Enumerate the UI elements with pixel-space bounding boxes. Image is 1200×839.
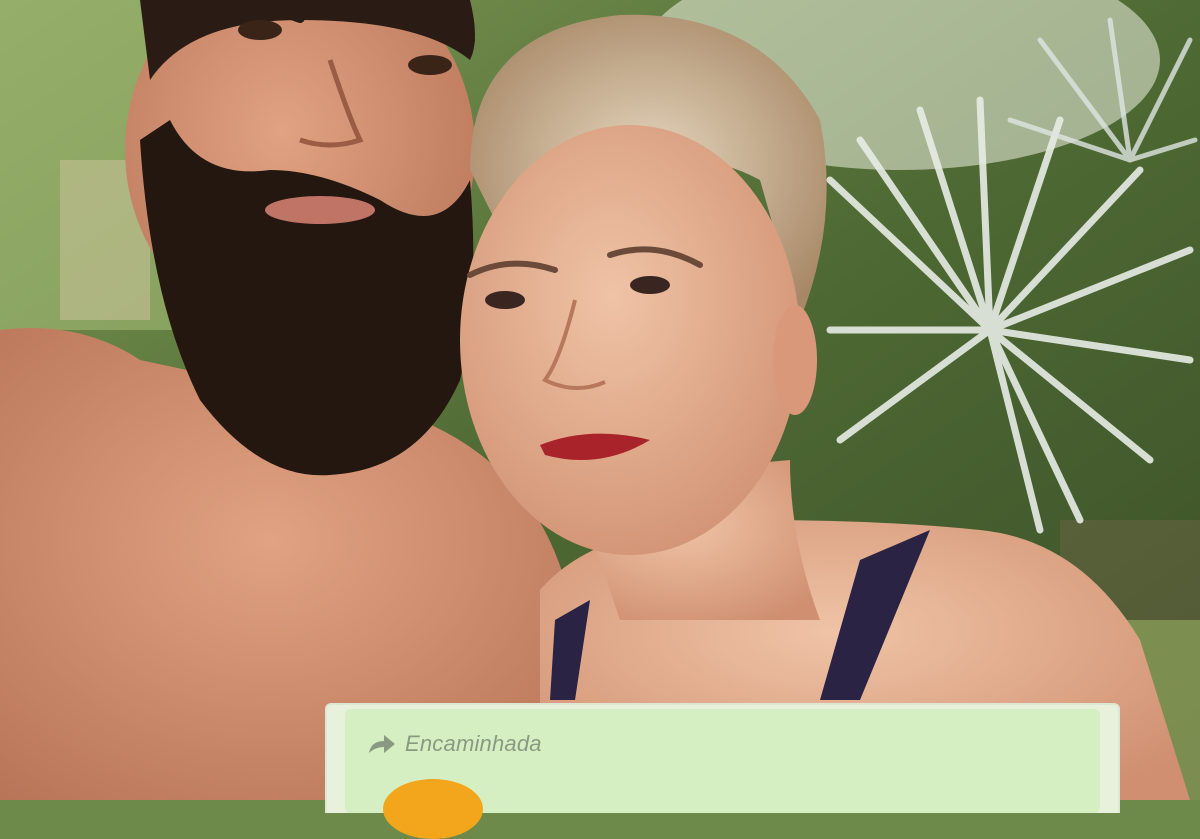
orange-avatar-badge [383, 779, 483, 839]
forwarded-header: Encaminhada [367, 731, 542, 757]
forwarded-label: Encaminhada [405, 731, 542, 756]
message-bubble: Encaminhada [345, 709, 1100, 839]
forwarded-message-card: Encaminhada [325, 703, 1120, 839]
selfie-photo [0, 0, 1200, 800]
forward-arrow-icon [367, 733, 397, 755]
